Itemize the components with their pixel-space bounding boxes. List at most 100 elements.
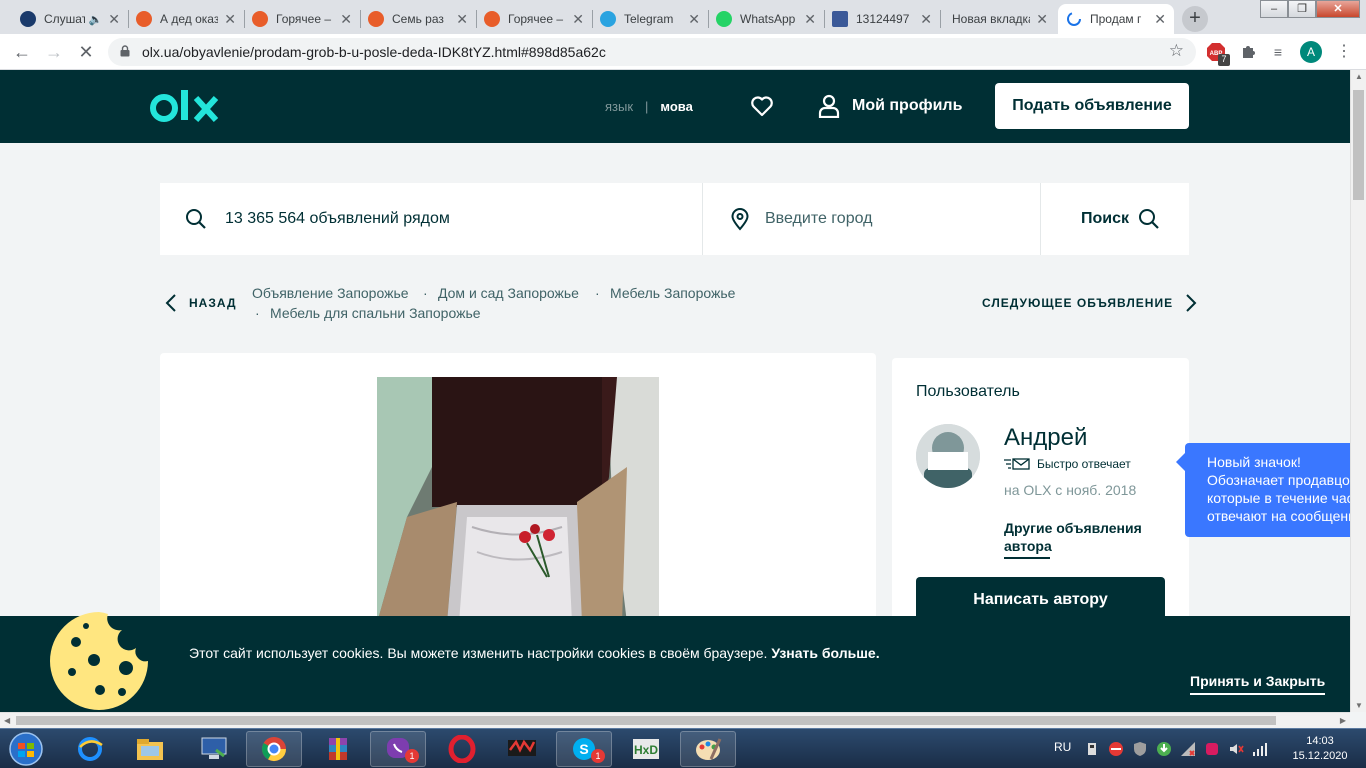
lock-icon[interactable] — [120, 45, 130, 57]
search-input[interactable]: 13 365 564 объявлений рядом — [225, 210, 450, 228]
other-ads-link[interactable]: Другие объявления автора — [1004, 519, 1154, 555]
cookie-accept-button[interactable]: Принять и Закрыть — [1190, 673, 1326, 695]
tab-3[interactable]: Горячее – ✕ — [244, 4, 360, 34]
city-input[interactable]: Введите город — [765, 210, 872, 228]
close-icon[interactable]: ✕ — [224, 11, 236, 28]
close-icon[interactable]: ✕ — [340, 11, 352, 28]
seller-avatar — [916, 424, 980, 488]
lang-ru-link[interactable]: язык — [605, 99, 633, 114]
scroll-down-arrow-icon[interactable]: ▼ — [1355, 701, 1363, 710]
tab-1[interactable]: Слушать 🔈 ✕ — [12, 4, 128, 34]
fast-reply-envelope-icon — [1004, 458, 1030, 470]
windows-start-button[interactable] — [6, 731, 46, 767]
breadcrumb-item[interactable]: Объявление Запорожье — [252, 285, 409, 301]
back-link[interactable]: НАЗАД — [165, 292, 237, 314]
window-close-button[interactable]: ✕ — [1316, 0, 1360, 18]
skype-notification-badge: 1 — [591, 749, 605, 763]
tab-4[interactable]: Семь раз ✕ — [360, 4, 476, 34]
shield-tray-icon[interactable] — [1132, 741, 1148, 757]
puzzle-extensions-icon[interactable] — [1238, 42, 1258, 62]
post-ad-button[interactable]: Подать объявление — [995, 83, 1189, 129]
close-icon[interactable]: ✕ — [572, 11, 584, 28]
new-tab-button[interactable]: + — [1182, 6, 1208, 32]
skype-taskbar-icon[interactable]: S 1 — [556, 731, 612, 767]
app-tray-icon[interactable] — [1204, 741, 1220, 757]
breadcrumb-item[interactable]: Мебель Запорожье — [610, 285, 735, 301]
vertical-scrollbar[interactable]: ▲ ▼ — [1350, 70, 1366, 712]
breadcrumb-separator: · — [423, 285, 428, 301]
forward-arrow-icon[interactable]: → — [42, 40, 66, 64]
tab-active[interactable]: Продам г ✕ — [1058, 4, 1174, 34]
viber-taskbar-icon[interactable]: 1 — [370, 731, 426, 767]
lang-ua-link[interactable]: мова — [660, 99, 692, 114]
back-arrow-icon[interactable]: ← — [10, 40, 34, 64]
account-avatar[interactable]: A — [1300, 41, 1322, 63]
seller-name[interactable]: Андрей — [1004, 424, 1087, 452]
tab-title: Telegram — [624, 12, 674, 26]
close-icon[interactable]: ✕ — [920, 11, 932, 28]
tab-5[interactable]: Горячее – ✕ — [476, 4, 592, 34]
adblock-extension-icon[interactable]: ABP 7 — [1206, 42, 1230, 66]
scroll-left-arrow-icon[interactable]: ◀ — [4, 716, 10, 725]
paint-taskbar-icon[interactable] — [680, 731, 736, 767]
system-clock[interactable]: 14:03 15.12.2020 — [1285, 734, 1355, 764]
usb-device-tray-icon[interactable] — [1084, 741, 1100, 757]
antivirus-tray-icon[interactable] — [1108, 741, 1124, 757]
search-icon — [186, 209, 206, 229]
abp-count-badge: 7 — [1218, 54, 1230, 66]
torrent-tray-icon[interactable] — [1156, 741, 1172, 757]
speaker-icon[interactable]: 🔈 — [89, 13, 103, 26]
horizontal-scrollbar[interactable]: ◀ ▶ — [0, 712, 1350, 728]
remote-desktop-taskbar-icon[interactable] — [186, 731, 242, 767]
address-bar[interactable]: olx.ua/obyavlenie/prodam-grob-b-u-posle-… — [108, 38, 1196, 66]
minimize-button[interactable]: – — [1260, 0, 1288, 18]
next-ad-label: СЛЕДУЮЩЕЕ ОБЪЯВЛЕНИЕ — [982, 296, 1174, 310]
signal-tray-icon[interactable] — [1252, 741, 1268, 757]
horizontal-scroll-thumb[interactable] — [16, 716, 1276, 725]
breadcrumb-item[interactable]: Мебель для спальни Запорожье — [270, 305, 481, 321]
opera-taskbar-icon[interactable] — [434, 731, 490, 767]
close-icon[interactable]: ✕ — [1154, 11, 1166, 28]
close-icon[interactable]: ✕ — [108, 11, 120, 28]
input-language-indicator[interactable]: RU — [1054, 740, 1071, 754]
tab-6[interactable]: Telegram ✕ — [592, 4, 708, 34]
close-icon[interactable]: ✕ — [804, 11, 816, 28]
loading-spinner-icon — [1067, 12, 1081, 26]
menu-kebab-icon[interactable]: ⋮ — [1334, 42, 1354, 62]
network-tray-icon[interactable] — [1180, 741, 1196, 757]
next-ad-link[interactable]: СЛЕДУЮЩЕЕ ОБЪЯВЛЕНИЕ — [982, 292, 1197, 314]
cookie-text: Этот сайт использует cookies. Вы можете … — [189, 645, 768, 661]
vertical-scroll-thumb[interactable] — [1353, 90, 1364, 200]
ad-photo[interactable] — [377, 377, 659, 623]
tab-9[interactable]: Новая вкладка ✕ — [940, 4, 1056, 34]
scroll-up-arrow-icon[interactable]: ▲ — [1355, 72, 1363, 81]
game-app-taskbar-icon[interactable] — [494, 731, 550, 767]
my-profile-link[interactable]: Мой профиль — [852, 97, 962, 115]
close-icon[interactable]: ✕ — [688, 11, 700, 28]
breadcrumb-item[interactable]: Дом и сад Запорожье — [438, 285, 579, 301]
close-icon[interactable]: ✕ — [1036, 11, 1048, 28]
chrome-taskbar-icon[interactable] — [246, 731, 302, 767]
close-icon[interactable]: ✕ — [456, 11, 468, 28]
user-profile-icon[interactable] — [818, 94, 840, 118]
tab-7[interactable]: WhatsApp ✕ — [708, 4, 824, 34]
maximize-button[interactable]: ❐ — [1288, 0, 1316, 18]
chevron-left-icon — [165, 294, 176, 312]
volume-tray-icon[interactable] — [1228, 741, 1244, 757]
search-button[interactable]: Поиск — [1041, 183, 1189, 255]
scroll-right-arrow-icon[interactable]: ▶ — [1340, 716, 1346, 725]
cookie-learn-more-link[interactable]: Узнать больше. — [771, 645, 879, 661]
clock-time: 14:03 — [1306, 735, 1334, 747]
winrar-taskbar-icon[interactable] — [310, 731, 366, 767]
internet-explorer-taskbar-icon[interactable] — [62, 731, 118, 767]
olx-logo[interactable] — [150, 88, 224, 126]
stop-loading-icon[interactable]: ✕ — [74, 40, 98, 64]
tab-8[interactable]: 13124497 ✕ — [824, 4, 940, 34]
url-text[interactable]: olx.ua/obyavlenie/prodam-grob-b-u-posle-… — [142, 44, 606, 60]
media-playlist-icon[interactable]: ≡ — [1268, 42, 1288, 62]
tab-2[interactable]: А дед оказ ✕ — [128, 4, 244, 34]
hxd-hex-editor-taskbar-icon[interactable]: HxD — [618, 731, 674, 767]
favorites-heart-icon[interactable] — [750, 94, 774, 118]
file-explorer-taskbar-icon[interactable] — [122, 731, 178, 767]
bookmark-star-icon[interactable]: ☆ — [1169, 41, 1184, 61]
